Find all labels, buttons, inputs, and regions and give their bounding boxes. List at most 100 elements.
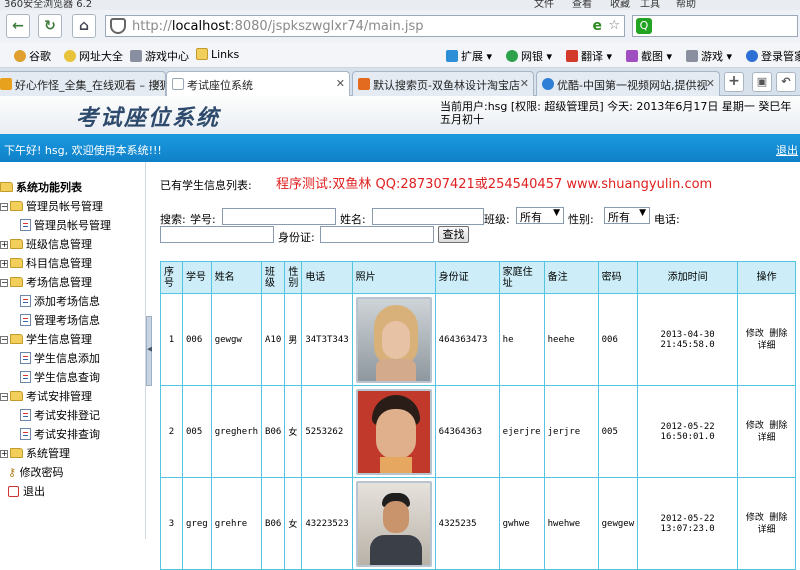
phone-input[interactable] bbox=[160, 226, 274, 243]
tab-list-icon: ▣ bbox=[756, 75, 768, 88]
student-no-input[interactable] bbox=[222, 208, 336, 225]
plus-icon: + bbox=[728, 73, 740, 89]
menu-help[interactable]: 帮助 bbox=[676, 0, 696, 10]
sidebar-item[interactable]: − 考试安排管理 bbox=[0, 388, 92, 404]
menu-favorites[interactable]: 收藏 bbox=[610, 0, 630, 10]
sidebar: 系统功能列表 − 管理员帐号管理 管理员帐号管理 + 班级信息管理 + 科目信息管理 − 考场信… bbox=[0, 162, 146, 539]
col-header-gender: 性别 bbox=[284, 261, 303, 294]
collapse-icon[interactable]: − bbox=[0, 203, 8, 211]
col-header-actions: 操作 bbox=[737, 261, 797, 294]
toolbar-screenshot[interactable]: 截图 ▾ bbox=[626, 48, 672, 64]
expand-icon[interactable]: + bbox=[0, 450, 8, 458]
row-student-no: 006 bbox=[182, 293, 212, 386]
sidebar-item[interactable]: − 学生信息管理 bbox=[0, 331, 92, 347]
user-icon bbox=[746, 50, 758, 62]
menu-tools[interactable]: 工具 bbox=[640, 0, 660, 10]
sidebar-item[interactable]: 管理考场信息 bbox=[20, 312, 100, 328]
toolbar-login-manager[interactable]: 登录管家 bbox=[746, 48, 800, 64]
bookmark-links[interactable]: Links bbox=[196, 48, 239, 61]
detail-link[interactable]: 详细 bbox=[758, 525, 776, 535]
sidebar-item-label: 考试安排管理 bbox=[26, 390, 92, 403]
man-photo-2 bbox=[355, 480, 432, 567]
back-button[interactable]: ← bbox=[6, 14, 30, 38]
home-button[interactable]: ⌂ bbox=[72, 14, 96, 38]
delete-link[interactable]: 删除 bbox=[769, 329, 787, 339]
collapse-icon[interactable]: − bbox=[0, 393, 8, 401]
tab-sohu[interactable]: 好心作怪_全集_在线观看 – 搜狐 ✕ bbox=[0, 71, 166, 96]
search-engine-icon[interactable]: Q bbox=[636, 18, 652, 34]
toolbar-translate[interactable]: 翻译 ▾ bbox=[566, 48, 612, 64]
refresh-button[interactable]: ↻ bbox=[38, 14, 62, 38]
tab-default-search[interactable]: 默认搜索页-双鱼林设计淘宝店 ✕ bbox=[352, 71, 534, 96]
close-tab-icon[interactable]: ✕ bbox=[706, 77, 715, 90]
logout-link[interactable]: 退出 bbox=[776, 142, 798, 158]
toolbar-extensions[interactable]: 扩展 ▾ bbox=[446, 48, 492, 64]
delete-link[interactable]: 删除 bbox=[769, 513, 787, 523]
find-button[interactable]: 查找 bbox=[438, 226, 469, 243]
tab-youku[interactable]: 优酷-中国第一视频网站,提供视 ✕ bbox=[536, 71, 720, 96]
edit-link[interactable]: 修改 bbox=[746, 513, 764, 523]
sidebar-item[interactable]: − 管理员帐号管理 bbox=[0, 198, 103, 214]
edit-link[interactable]: 修改 bbox=[746, 421, 764, 431]
collapse-icon[interactable]: − bbox=[0, 279, 8, 287]
extensions-icon bbox=[446, 50, 458, 62]
back-arrow-icon: ← bbox=[12, 18, 24, 34]
address-bar[interactable]: http://localhost:8080/jspkszwglxr74/main… bbox=[105, 15, 625, 37]
row-class: B06 bbox=[261, 385, 286, 478]
class-select[interactable]: 所有 ▼ bbox=[516, 207, 564, 224]
sidebar-item[interactable]: 学生信息查询 bbox=[20, 369, 100, 385]
sidebar-item[interactable]: − 考场信息管理 bbox=[0, 274, 92, 290]
toolbar-netbank[interactable]: 网银 ▾ bbox=[506, 48, 552, 64]
tree-root[interactable]: 系统功能列表 bbox=[0, 179, 82, 195]
new-tab-button[interactable]: + bbox=[724, 72, 744, 92]
sidebar-item-label: 管理员帐号管理 bbox=[34, 219, 111, 232]
toolbar-games[interactable]: 游戏 ▾ bbox=[686, 48, 732, 64]
close-tab-icon[interactable]: ✕ bbox=[336, 77, 345, 90]
favorite-star-icon[interactable]: ☆ bbox=[608, 18, 620, 33]
sidebar-item[interactable]: ⚷ 修改密码 bbox=[8, 464, 64, 480]
menu-view[interactable]: 查看 bbox=[572, 0, 592, 10]
edit-link[interactable]: 修改 bbox=[746, 329, 764, 339]
ie-mode-icon[interactable]: e bbox=[593, 18, 603, 34]
expand-icon[interactable]: + bbox=[0, 260, 8, 268]
address-url[interactable]: http://localhost:8080/jspkszwglxr74/main… bbox=[132, 19, 424, 34]
gender-select[interactable]: 所有 ▼ bbox=[604, 207, 650, 224]
tab-exam-seat-system[interactable]: 考试座位系统 ✕ bbox=[166, 71, 350, 97]
tab-list-button[interactable]: ▣ bbox=[752, 72, 772, 92]
idcard-input[interactable] bbox=[320, 226, 434, 243]
menu-file[interactable]: 文件 bbox=[534, 0, 554, 10]
detail-link[interactable]: 详细 bbox=[758, 433, 776, 443]
sidebar-item[interactable]: + 科目信息管理 bbox=[0, 255, 92, 271]
collapse-icon[interactable]: − bbox=[0, 336, 8, 344]
sidebar-item[interactable]: 考试安排查询 bbox=[20, 426, 100, 442]
bookmark-web-directory[interactable]: 网址大全 bbox=[64, 48, 123, 64]
search-box[interactable]: Q bbox=[632, 15, 798, 37]
close-tab-icon[interactable]: ✕ bbox=[520, 77, 529, 90]
restore-tab-button[interactable]: ↶ bbox=[776, 72, 796, 92]
sidebar-item[interactable]: 管理员帐号管理 bbox=[20, 217, 111, 233]
sidebar-item[interactable]: + 班级信息管理 bbox=[0, 236, 92, 252]
close-tab-icon[interactable]: ✕ bbox=[152, 77, 161, 90]
row-actions: 修改 删除详细 bbox=[737, 385, 797, 478]
sidebar-item[interactable]: 学生信息添加 bbox=[20, 350, 100, 366]
col-header-class: 班级 bbox=[261, 261, 286, 294]
expand-icon[interactable]: + bbox=[0, 241, 8, 249]
bookmark-google[interactable]: 谷歌 bbox=[14, 48, 51, 64]
woman-photo bbox=[355, 296, 432, 383]
row-photo bbox=[351, 385, 436, 478]
row-phone: 5253262 bbox=[301, 385, 353, 478]
col-header-seq: 序号 bbox=[160, 261, 183, 294]
sidebar-item[interactable]: 考试安排登记 bbox=[20, 407, 100, 423]
bookmark-game-center[interactable]: 游戏中心 bbox=[130, 48, 189, 64]
sidebar-item[interactable]: 退出 bbox=[8, 483, 45, 499]
detail-link[interactable]: 详细 bbox=[758, 341, 776, 351]
table-header-row: 序号 学号 姓名 班级 性别 电话 照片 身份证 家庭住址 备注 密码 添加时间… bbox=[160, 261, 797, 294]
security-shield-icon bbox=[110, 18, 126, 34]
name-input[interactable] bbox=[372, 208, 484, 225]
sidebar-item[interactable]: + 系统管理 bbox=[0, 445, 70, 461]
sidebar-item[interactable]: 添加考场信息 bbox=[20, 293, 100, 309]
row-address: ejerjre bbox=[498, 385, 545, 478]
delete-link[interactable]: 删除 bbox=[769, 421, 787, 431]
sidebar-item-label: 管理员帐号管理 bbox=[26, 200, 103, 213]
row-seq: 3 bbox=[160, 477, 183, 570]
